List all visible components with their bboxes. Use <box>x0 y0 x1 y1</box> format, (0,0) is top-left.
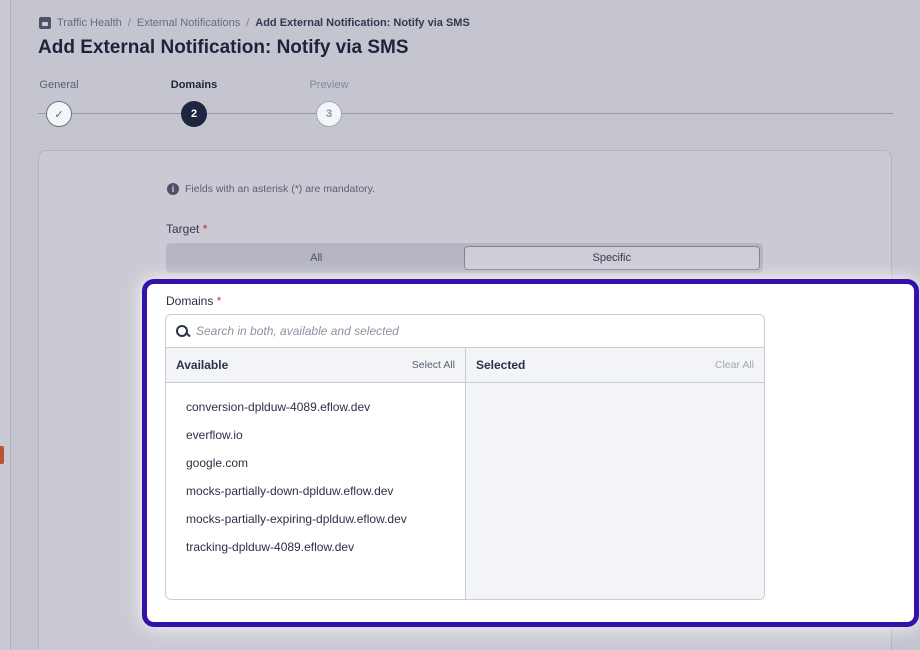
list-item[interactable]: mocks-partially-expiring-dplduw.eflow.de… <box>166 505 465 533</box>
list-item[interactable]: google.com <box>166 449 465 477</box>
breadcrumb-item-current: Add External Notification: Notify via SM… <box>255 17 470 29</box>
breadcrumb-item-traffic-health[interactable]: Traffic Health <box>57 17 122 29</box>
selected-header: Selected Clear All <box>466 348 764 383</box>
selected-title: Selected <box>476 358 526 372</box>
info-icon: i <box>167 183 179 195</box>
left-rail <box>0 0 11 650</box>
required-asterisk: * <box>202 222 208 236</box>
list-item[interactable]: tracking-dplduw-4089.eflow.dev <box>166 533 465 561</box>
list-item[interactable]: conversion-dplduw-4089.eflow.dev <box>166 393 465 421</box>
step-number-preview: 3 <box>316 101 342 127</box>
domains-columns: Available Select All conversion-dplduw-4… <box>166 348 764 599</box>
selected-column: Selected Clear All <box>465 348 764 599</box>
stepper: General ✓ Domains 2 Preview 3 <box>38 78 893 130</box>
check-icon: ✓ <box>46 101 72 127</box>
step-general[interactable]: General ✓ <box>29 78 89 127</box>
domains-dual-list: Available Select All conversion-dplduw-4… <box>165 314 765 600</box>
available-column: Available Select All conversion-dplduw-4… <box>166 348 465 599</box>
available-title: Available <box>176 358 229 372</box>
breadcrumb: Traffic Health / External Notifications … <box>39 16 470 30</box>
available-header: Available Select All <box>166 348 465 383</box>
selected-list <box>466 383 764 393</box>
page-title: Add External Notification: Notify via SM… <box>38 37 409 58</box>
step-preview[interactable]: Preview 3 <box>299 78 359 127</box>
mandatory-hint: i Fields with an asterisk (*) are mandat… <box>167 183 375 195</box>
list-item[interactable]: everflow.io <box>166 421 465 449</box>
search-icon <box>176 324 189 338</box>
domains-label-text: Domains <box>166 294 214 308</box>
clear-all-button[interactable]: Clear All <box>715 359 754 371</box>
target-option-specific[interactable]: Specific <box>463 246 760 270</box>
breadcrumb-separator: / <box>246 17 250 29</box>
required-asterisk: * <box>216 294 222 308</box>
select-all-button[interactable]: Select All <box>412 359 455 371</box>
list-item[interactable]: mocks-partially-down-dplduw.eflow.dev <box>166 477 465 505</box>
breadcrumb-separator: / <box>127 17 131 29</box>
step-label-preview: Preview <box>309 79 349 91</box>
rail-tab-indicator[interactable] <box>0 446 4 464</box>
target-label: Target * <box>166 222 207 236</box>
step-label-general: General <box>39 79 79 91</box>
mandatory-hint-text: Fields with an asterisk (*) are mandator… <box>185 183 376 195</box>
step-domains[interactable]: Domains 2 <box>164 78 224 127</box>
domains-label: Domains * <box>166 294 221 308</box>
available-list: conversion-dplduw-4089.eflow.dev everflo… <box>166 383 465 561</box>
breadcrumb-app-icon <box>39 17 51 29</box>
target-option-all[interactable]: All <box>169 246 464 270</box>
step-number-domains: 2 <box>181 101 207 127</box>
domains-search-input[interactable] <box>196 324 736 338</box>
page-background: Traffic Health / External Notifications … <box>0 0 920 650</box>
step-label-domains: Domains <box>170 79 218 91</box>
breadcrumb-item-external-notifications[interactable]: External Notifications <box>137 17 240 29</box>
target-toggle: All Specific <box>166 243 763 273</box>
domains-search-row <box>166 315 764 348</box>
target-label-text: Target <box>166 222 200 236</box>
